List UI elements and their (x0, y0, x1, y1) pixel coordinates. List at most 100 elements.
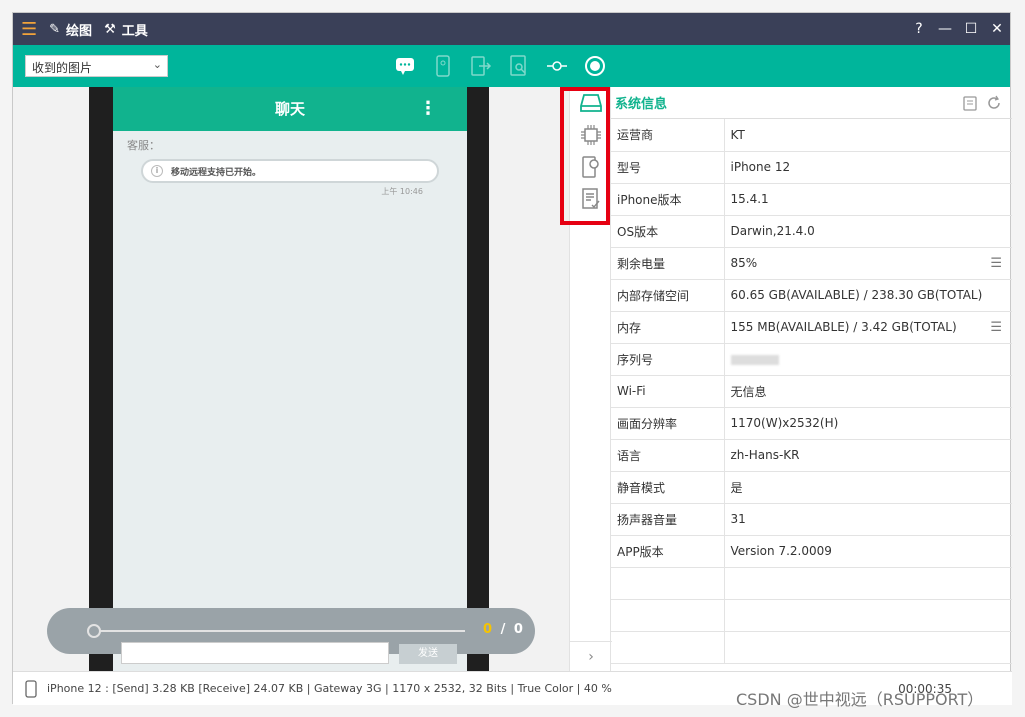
app-window: ☰ ✎ 绘图 ⚒ 工具 ? — ☐ ✕ 收到的图片 ⌄ 聊天 ⋮ 客服： i 移… (12, 12, 1012, 705)
info-value: KT (724, 119, 1012, 152)
info-value-text: 无信息 (730, 384, 767, 399)
send-button[interactable]: 发送 (399, 644, 457, 664)
info-row: 内存 155 MB(AVAILABLE) / 3.42 GB(TOTAL) ☰ (611, 311, 1012, 344)
info-value-text: zh-Hans-KR (730, 448, 800, 462)
pencil-icon: ✎ (49, 21, 61, 37)
phone-icon (25, 679, 37, 698)
info-value-text: 1170(W)x2532(H) (730, 416, 839, 430)
phone-screen[interactable]: 聊天 ⋮ 客服： i 移动远程支持已开始。 上午 10:46 (113, 87, 467, 671)
info-key: 运营商 (611, 119, 725, 152)
info-key: Wi-Fi (611, 375, 725, 408)
info-key: 画面分辨率 (611, 407, 725, 440)
red-highlight-box (560, 87, 610, 225)
playback-counter: 0 / 0 (483, 622, 523, 637)
refresh-icon[interactable] (986, 95, 1002, 111)
empty-cell (611, 599, 725, 632)
chevron-right-icon[interactable]: › (570, 641, 612, 671)
empty-row (611, 599, 1012, 632)
minimize-icon[interactable]: — (932, 21, 958, 37)
info-row: 剩余电量 85% ☰ (611, 247, 1012, 280)
draw-button[interactable]: ✎ 绘图 (49, 20, 92, 39)
help-button[interactable]: ? (906, 21, 932, 37)
empty-row (611, 631, 1012, 664)
info-value-text: iPhone 12 (730, 160, 791, 174)
tools-label: 工具 (121, 23, 148, 39)
playback-track[interactable] (93, 630, 465, 632)
info-key: iPhone版本 (611, 183, 725, 216)
clipboard-icon[interactable] (962, 95, 978, 111)
info-row: 画面分辨率 1170(W)x2532(H) (611, 407, 1012, 440)
info-value (724, 343, 1012, 376)
draw-label: 绘图 (66, 23, 93, 39)
file-search-icon[interactable] (507, 54, 531, 78)
toolbar: 收到的图片 ⌄ (13, 45, 1010, 87)
device-icon[interactable] (431, 54, 455, 78)
close-icon[interactable]: ✕ (984, 21, 1010, 37)
info-row: 语言 zh-Hans-KR (611, 439, 1012, 472)
info-value: 85% ☰ (724, 247, 1012, 280)
playback-knob[interactable] (87, 624, 101, 638)
info-row: 型号 iPhone 12 (611, 151, 1012, 184)
system-info-header: 系统信息 (611, 87, 1012, 119)
info-value: 60.65 GB(AVAILABLE) / 238.30 GB(TOTAL) (724, 279, 1012, 312)
window-controls: ? — ☐ ✕ (906, 21, 1010, 37)
chat-message-bubble: i 移动远程支持已开始。 (141, 159, 439, 183)
info-row: OS版本 Darwin,21.4.0 (611, 215, 1012, 248)
info-key: 型号 (611, 151, 725, 184)
info-value: 无信息 (724, 375, 1012, 408)
info-value-text: 85% (730, 256, 758, 270)
agent-label: 客服： (127, 139, 160, 152)
info-value: Version 7.2.0009 (724, 535, 1012, 568)
info-row: 静音模式是 (611, 471, 1012, 504)
info-row: 扬声器音量 31 (611, 503, 1012, 536)
chat-icon[interactable] (393, 54, 417, 78)
info-value-text: 60.65 GB(AVAILABLE) / 238.30 GB(TOTAL) (730, 288, 983, 302)
empty-cell (724, 567, 1012, 600)
tools-button[interactable]: ⚒ 工具 (104, 20, 148, 39)
chat-input-row: 发送 (121, 642, 467, 666)
info-value-text: 155 MB(AVAILABLE) / 3.42 GB(TOTAL) (730, 320, 957, 334)
info-row: 内部存储空间 60.65 GB(AVAILABLE) / 238.30 GB(TO… (611, 279, 1012, 312)
message-time: 上午 10:46 (381, 187, 423, 196)
export-icon[interactable] (469, 54, 493, 78)
info-icon: i (151, 165, 163, 177)
empty-cell (724, 599, 1012, 632)
record-icon[interactable] (583, 54, 607, 78)
connection-icon[interactable] (545, 54, 569, 78)
info-value-text: 31 (730, 512, 746, 526)
chevron-down-icon: ⌄ (152, 58, 162, 71)
chat-title: 聊天 (274, 100, 305, 118)
info-key: 内部存储空间 (611, 279, 725, 312)
empty-cell (611, 567, 725, 600)
total-count: 0 (513, 622, 523, 637)
info-row: iPhone版本 15.4.1 (611, 183, 1012, 216)
detail-menu-icon[interactable]: ☰ (990, 320, 1002, 335)
info-value-text: 15.4.1 (730, 192, 769, 206)
info-key: APP版本 (611, 535, 725, 568)
info-value: 15.4.1 (724, 183, 1012, 216)
empty-row (611, 567, 1012, 600)
system-info-table: 运营商 KT 型号 iPhone 12 iPhone版本 15.4.1 OS版本 Darwin… (611, 119, 1012, 664)
hamburger-menu-icon[interactable]: ☰ (21, 19, 37, 40)
detail-menu-icon[interactable]: ☰ (990, 256, 1002, 271)
select-value: 收到的图片 (32, 61, 93, 75)
info-value-text: 是 (730, 480, 743, 495)
maximize-icon[interactable]: ☐ (958, 21, 984, 37)
title-bar: ☰ ✎ 绘图 ⚒ 工具 ? — ☐ ✕ (13, 13, 1010, 45)
info-value-text: KT (730, 127, 745, 142)
chat-message-text: 移动远程支持已开始。 (171, 167, 262, 178)
info-value: 31 (724, 503, 1012, 536)
chat-input[interactable] (121, 642, 389, 664)
watermark: CSDN @世中视远（RSUPPORT） (736, 690, 984, 709)
redacted-serial (730, 354, 779, 365)
info-row: 序列号 (611, 343, 1012, 376)
received-images-select[interactable]: 收到的图片 ⌄ (25, 55, 168, 77)
status-text: iPhone 12 : [Send] 3.28 KB [Receive] 24.… (47, 682, 612, 695)
info-row: APP版本 Version 7.2.0009 (611, 535, 1012, 568)
info-key: OS版本 (611, 215, 725, 248)
info-value: 1170(W)x2532(H) (724, 407, 1012, 440)
more-vert-icon[interactable]: ⋮ (419, 87, 437, 131)
empty-cell (724, 631, 1012, 664)
phone-view-area: 聊天 ⋮ 客服： i 移动远程支持已开始。 上午 10:46 0 / 0 发送 (13, 87, 569, 671)
info-value: Darwin,21.4.0 (724, 215, 1012, 248)
